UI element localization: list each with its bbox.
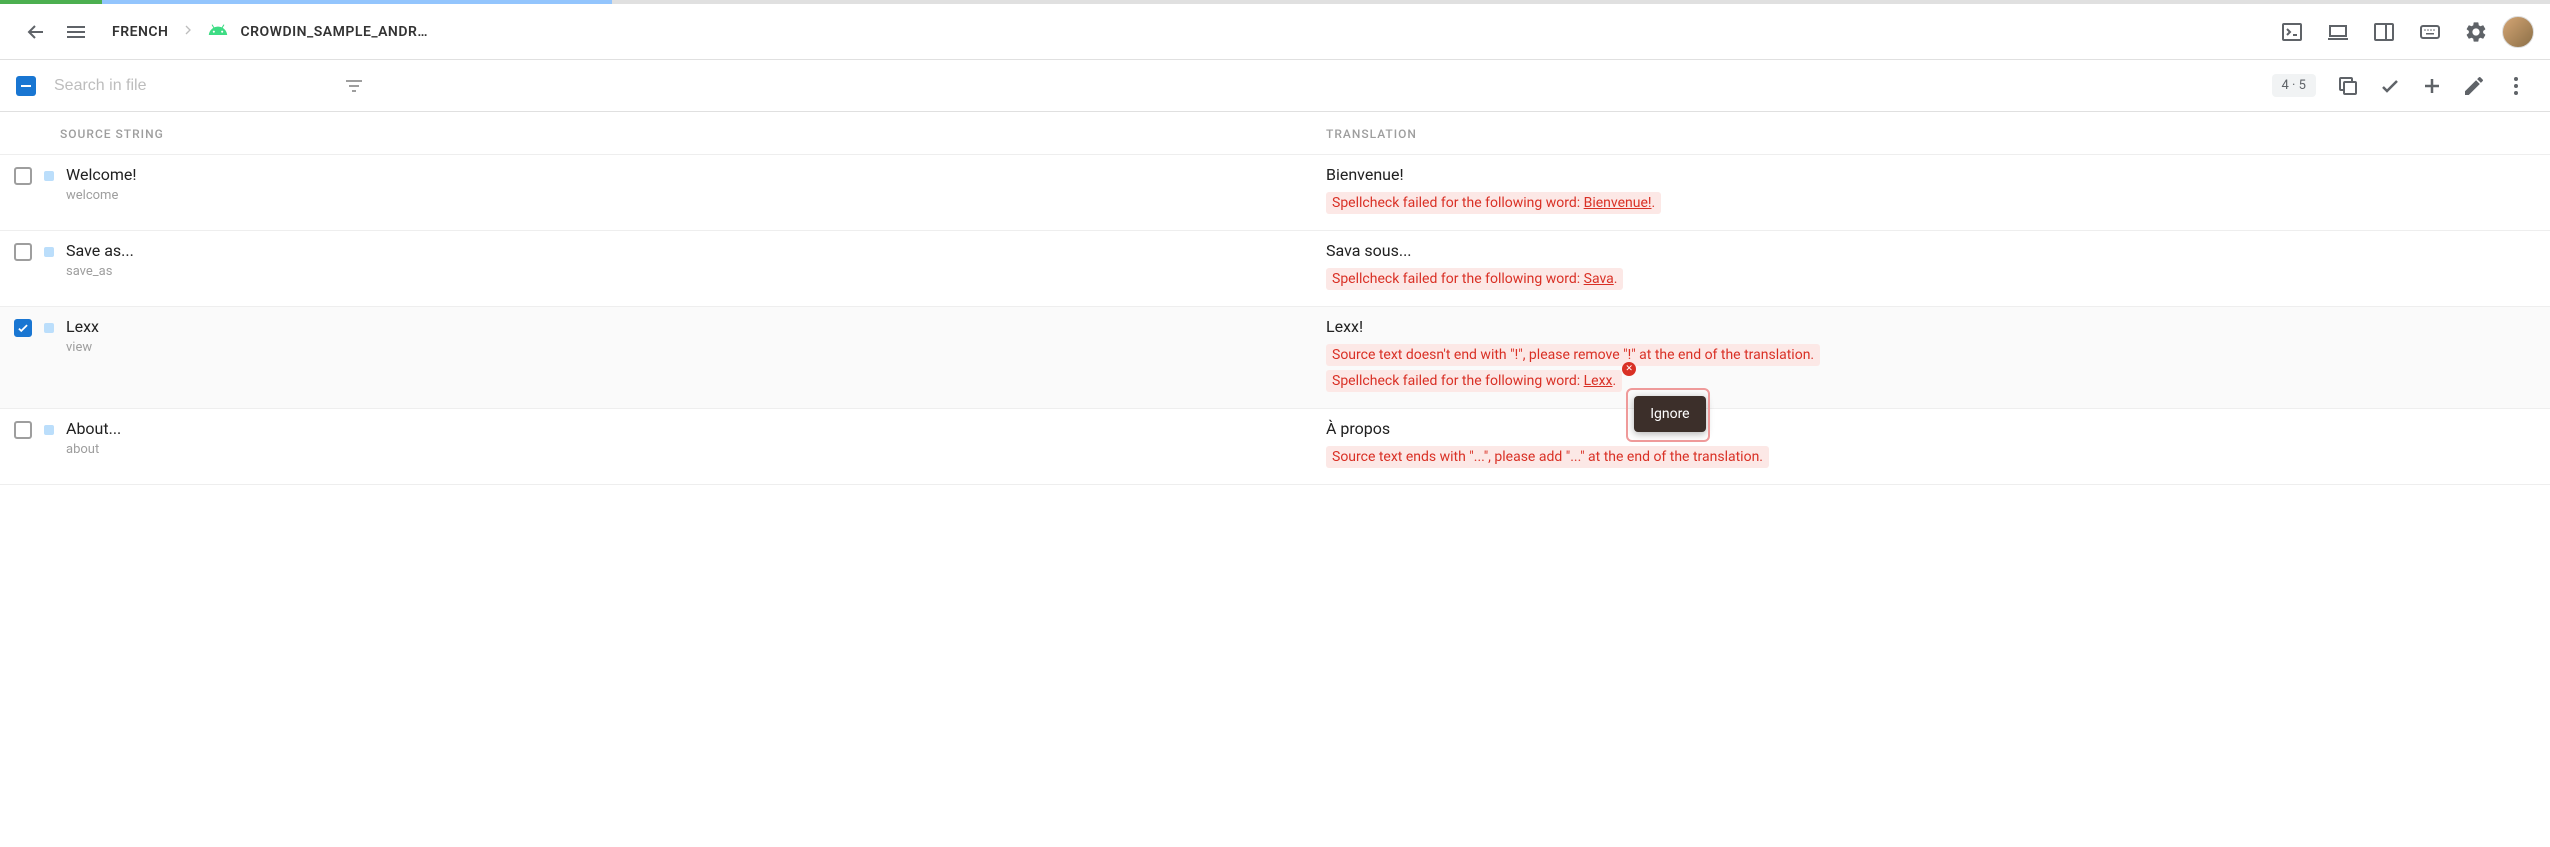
- status-square: [44, 171, 54, 181]
- source-key: welcome: [66, 188, 136, 203]
- source-key: save_as: [66, 264, 134, 279]
- translation-text: Lexx!: [1326, 317, 2530, 336]
- table-row[interactable]: Welcome!welcomeBienvenue!Spellcheck fail…: [0, 155, 2550, 231]
- gear-icon[interactable]: [2456, 12, 2496, 52]
- source-key: about: [66, 442, 121, 457]
- source-text: Welcome!: [66, 165, 136, 184]
- selection-indicator[interactable]: [16, 76, 36, 96]
- row-checkbox[interactable]: [14, 421, 32, 439]
- menu-icon[interactable]: [56, 12, 96, 52]
- warning-badge[interactable]: Source text ends with "...", please add …: [1326, 446, 1769, 468]
- breadcrumb: FRENCH CROWDIN_SAMPLE_ANDR…: [112, 20, 428, 44]
- chevron-right-icon: [180, 22, 196, 42]
- close-icon[interactable]: ✕: [1622, 362, 1636, 376]
- top-bar: FRENCH CROWDIN_SAMPLE_ANDR…: [0, 4, 2550, 60]
- search-input[interactable]: [54, 77, 334, 95]
- table-row[interactable]: About... about À propos Source text ends wi…: [0, 409, 2550, 485]
- terminal-icon[interactable]: [2272, 12, 2312, 52]
- filter-icon[interactable]: [334, 66, 374, 106]
- warning-badge[interactable]: Spellcheck failed for the following word…: [1326, 268, 1623, 290]
- status-square: [44, 323, 54, 333]
- status-square: [44, 425, 54, 435]
- keyboard-icon[interactable]: [2410, 12, 2450, 52]
- col-translation-header: TRANSLATION: [1326, 127, 1417, 141]
- ignore-tooltip[interactable]: Ignore: [1634, 396, 1705, 432]
- top-right-actions: [2272, 12, 2534, 52]
- panel-icon[interactable]: [2364, 12, 2404, 52]
- laptop-icon[interactable]: [2318, 12, 2358, 52]
- row-checkbox[interactable]: [14, 243, 32, 261]
- check-icon[interactable]: [2372, 68, 2408, 104]
- back-icon[interactable]: [16, 12, 56, 52]
- breadcrumb-project[interactable]: CROWDIN_SAMPLE_ANDR…: [240, 24, 428, 40]
- column-headers: SOURCE STRING TRANSLATION: [0, 112, 2550, 155]
- warning-word: Bienvenue!: [1584, 195, 1652, 211]
- warning-badge[interactable]: Source text doesn't end with "!", please…: [1326, 344, 1820, 366]
- row-checkbox[interactable]: [14, 167, 32, 185]
- warning-badge[interactable]: Spellcheck failed for the following word…: [1326, 192, 1661, 214]
- warning-badge[interactable]: Spellcheck failed for the following word…: [1326, 370, 1622, 392]
- source-text: Lexx: [66, 317, 99, 336]
- copy-icon[interactable]: [2330, 68, 2366, 104]
- edit-icon[interactable]: [2456, 68, 2492, 104]
- source-text: Save as...: [66, 241, 134, 260]
- avatar[interactable]: [2502, 16, 2534, 48]
- translation-text: Sava sous...: [1326, 241, 2530, 260]
- warning-word: Sava: [1584, 271, 1614, 287]
- translation-text: Bienvenue!: [1326, 165, 2530, 184]
- breadcrumb-language[interactable]: FRENCH: [112, 24, 168, 40]
- android-icon: [208, 20, 228, 44]
- row-checkbox[interactable]: [14, 319, 32, 337]
- source-key: view: [66, 340, 99, 355]
- toolbar: 4 · 5: [0, 60, 2550, 112]
- table-row[interactable]: Save as... save_as Sava sous... Spellcheck …: [0, 231, 2550, 307]
- col-source-header: SOURCE STRING: [60, 127, 164, 141]
- table-row[interactable]: Lexx view Lexx! Source text doesn't end wit…: [0, 307, 2550, 409]
- counter-chip: 4 · 5: [2272, 74, 2316, 97]
- source-text: About...: [66, 419, 121, 438]
- status-square: [44, 247, 54, 257]
- more-icon[interactable]: [2498, 68, 2534, 104]
- rows-container: Welcome!welcomeBienvenue!Spellcheck fail…: [0, 155, 2550, 485]
- plus-icon[interactable]: [2414, 68, 2450, 104]
- translation-text: À propos: [1326, 419, 2530, 438]
- warning-word: Lexx: [1584, 373, 1613, 389]
